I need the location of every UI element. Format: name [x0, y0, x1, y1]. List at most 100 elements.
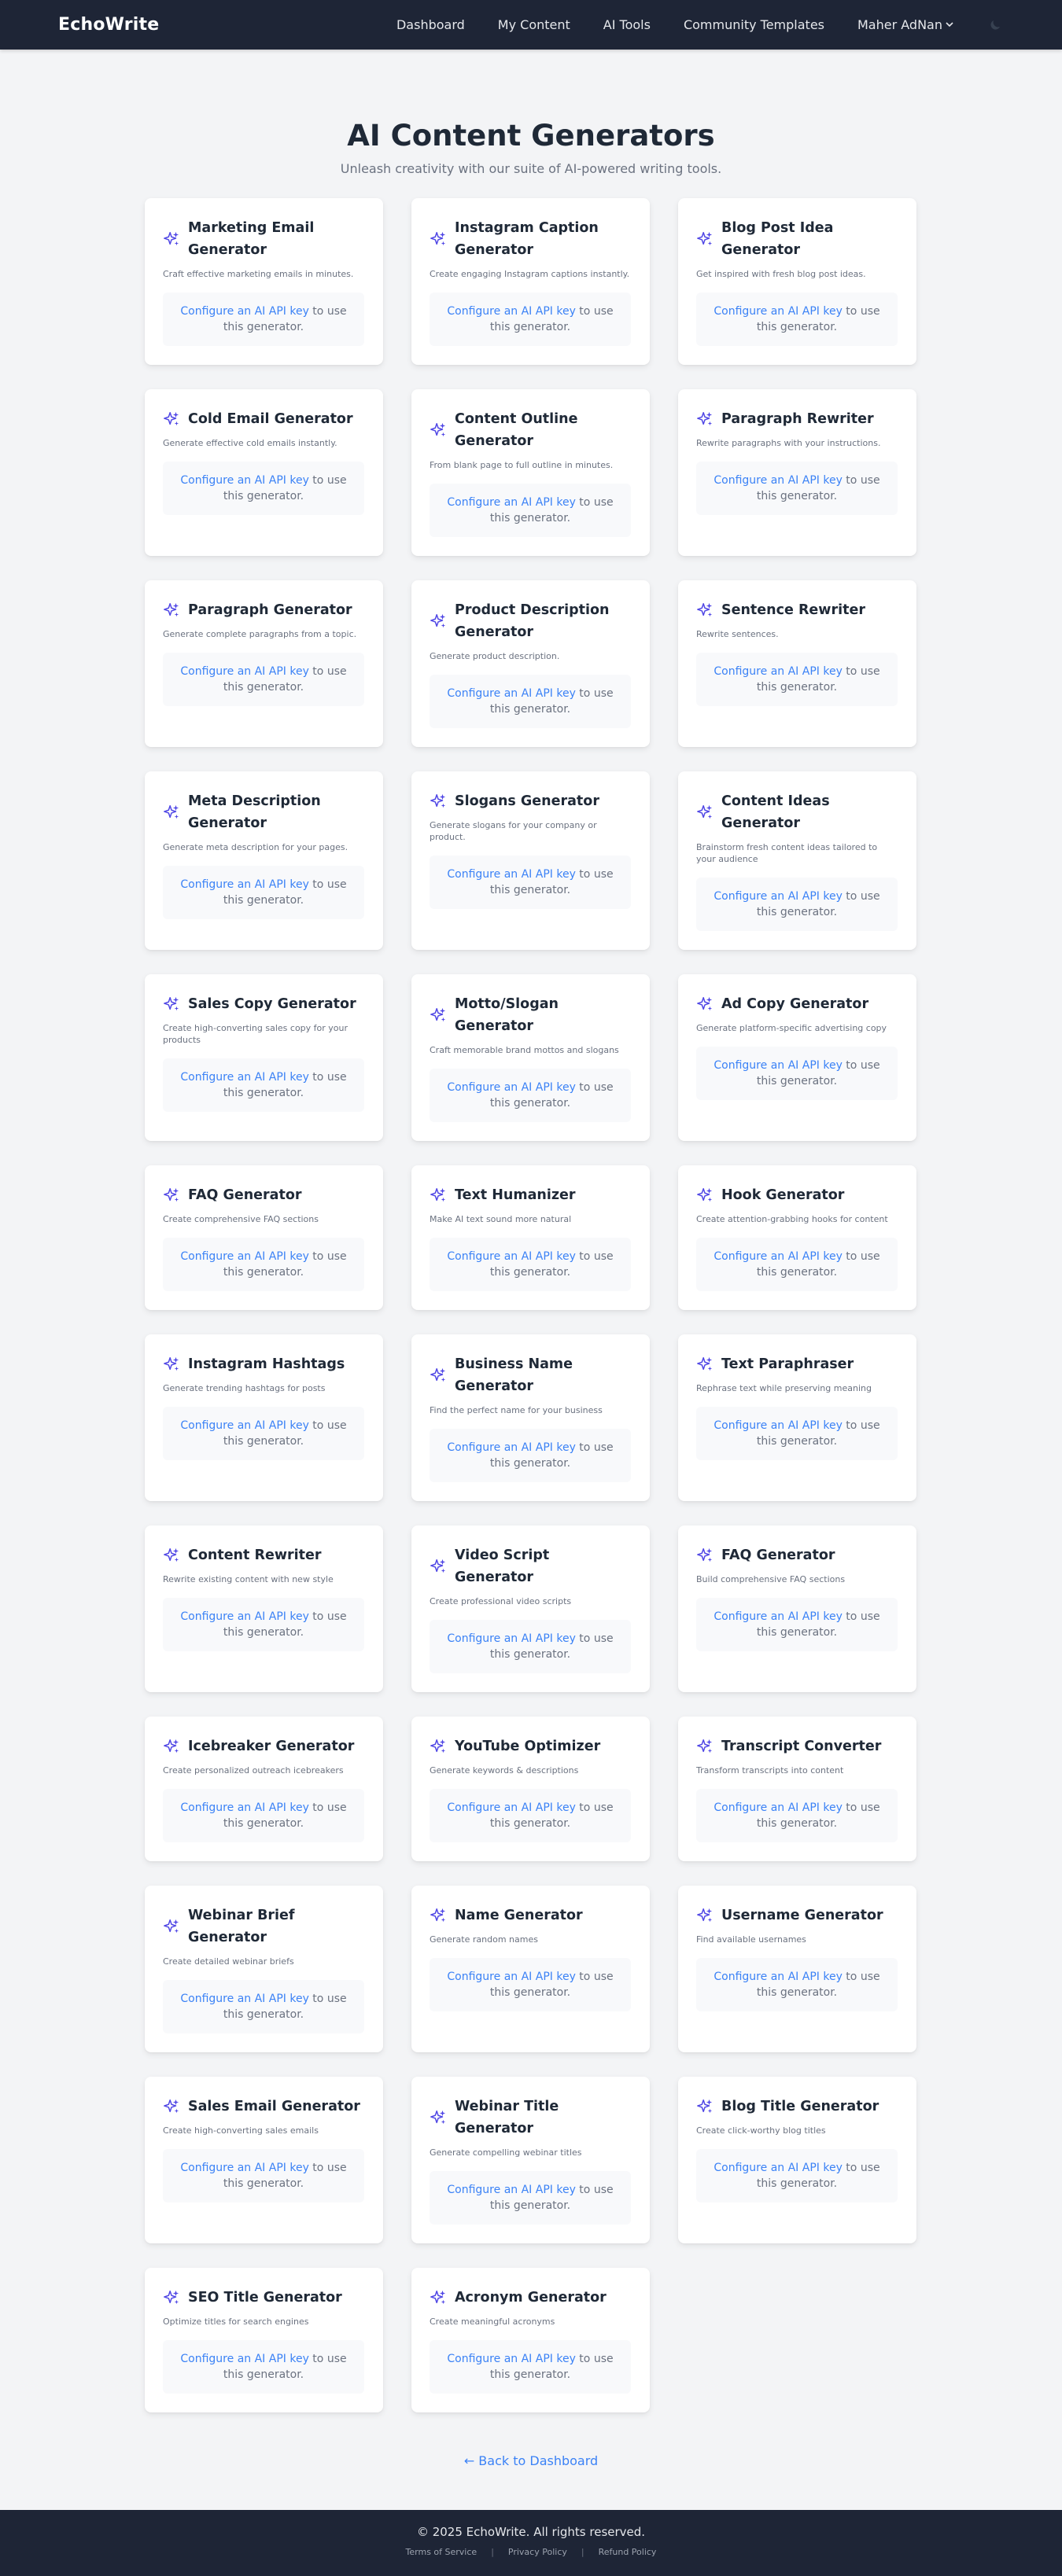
generator-card[interactable]: Content Rewriter Rewrite existing conten… — [145, 1525, 383, 1693]
sparkles-icon — [163, 1918, 181, 1936]
generator-card[interactable]: Text Humanizer Make AI text sound more n… — [411, 1165, 650, 1311]
configure-api-key-link[interactable]: Configure an AI API key — [180, 878, 308, 891]
generator-card[interactable]: Sales Copy Generator Create high-convert… — [145, 974, 383, 1142]
configure-api-key-link[interactable]: Configure an AI API key — [180, 1993, 308, 2005]
configure-api-key-link[interactable]: Configure an AI API key — [180, 474, 308, 487]
user-menu[interactable]: Maher AdNan — [857, 17, 953, 32]
generator-card[interactable]: Sales Email Generator Create high-conver… — [145, 2077, 383, 2244]
configure-api-key-link[interactable]: Configure an AI API key — [714, 1971, 842, 1983]
generator-card[interactable]: Icebreaker Generator Create personalized… — [145, 1717, 383, 1862]
configure-api-key-link[interactable]: Configure an AI API key — [714, 474, 842, 487]
nav-link-dashboard[interactable]: Dashboard — [396, 17, 465, 32]
configure-api-key-link[interactable]: Configure an AI API key — [447, 687, 575, 700]
configure-api-key-link[interactable]: Configure an AI API key — [447, 1250, 575, 1263]
generator-card[interactable]: Content Outline Generator From blank pag… — [411, 389, 650, 557]
configure-api-key-link[interactable]: Configure an AI API key — [714, 1250, 842, 1263]
card-title: FAQ Generator — [188, 1187, 302, 1204]
generator-card[interactable]: Webinar Title Generator Generate compell… — [411, 2077, 650, 2244]
brand-logo[interactable]: EchoWrite — [58, 15, 159, 35]
generator-card[interactable]: Marketing Email Generator Craft effectiv… — [145, 198, 383, 366]
generator-card[interactable]: FAQ Generator Build comprehensive FAQ se… — [678, 1525, 916, 1693]
generator-card[interactable]: Video Script Generator Create profession… — [411, 1525, 650, 1693]
generator-card[interactable]: Username Generator Find available userna… — [678, 1886, 916, 2053]
api-key-notice: Configure an AI API key to use this gene… — [430, 1238, 631, 1292]
generator-card[interactable]: Meta Description Generator Generate meta… — [145, 771, 383, 951]
configure-api-key-link[interactable]: Configure an AI API key — [180, 1250, 308, 1263]
configure-api-key-link[interactable]: Configure an AI API key — [447, 496, 575, 509]
card-description: Generate random names — [430, 1934, 538, 1945]
configure-api-key-link[interactable]: Configure an AI API key — [447, 1081, 575, 1094]
generator-card[interactable]: Instagram Hashtags Generate trending has… — [145, 1334, 383, 1502]
configure-api-key-link[interactable]: Configure an AI API key — [447, 1801, 575, 1814]
generator-card[interactable]: Name Generator Generate random names Con… — [411, 1886, 650, 2053]
nav-link-ai-tools[interactable]: AI Tools — [603, 17, 651, 32]
top-navbar: EchoWrite Dashboard My Content AI Tools … — [0, 0, 1062, 50]
api-key-notice: Configure an AI API key to use this gene… — [430, 1429, 631, 1483]
configure-api-key-link[interactable]: Configure an AI API key — [714, 1610, 842, 1623]
card-description: Generate trending hashtags for posts — [163, 1383, 326, 1394]
generator-card[interactable]: Text Paraphraser Rephrase text while pre… — [678, 1334, 916, 1502]
generator-card[interactable]: Blog Title Generator Create click-worthy… — [678, 2077, 916, 2244]
user-name: Maher AdNan — [857, 17, 942, 32]
generator-card[interactable]: Webinar Brief Generator Create detailed … — [145, 1886, 383, 2053]
configure-api-key-link[interactable]: Configure an AI API key — [180, 665, 308, 678]
generator-card[interactable]: Paragraph Generator Generate complete pa… — [145, 580, 383, 748]
configure-api-key-link[interactable]: Configure an AI API key — [714, 1801, 842, 1814]
nav-link-my-content[interactable]: My Content — [498, 17, 570, 32]
card-title: FAQ Generator — [721, 1547, 835, 1564]
card-header: Text Humanizer — [430, 1184, 631, 1206]
configure-api-key-link[interactable]: Configure an AI API key — [714, 665, 842, 678]
footer-separator: | — [491, 2547, 494, 2558]
api-key-notice: Configure an AI API key to use this gene… — [696, 1958, 898, 2012]
nav-link-community-templates[interactable]: Community Templates — [684, 17, 824, 32]
generator-card[interactable]: Motto/Slogan Generator Craft memorable b… — [411, 974, 650, 1142]
configure-api-key-link[interactable]: Configure an AI API key — [714, 2162, 842, 2174]
generator-card[interactable]: Ad Copy Generator Generate platform-spec… — [678, 974, 916, 1142]
configure-api-key-link[interactable]: Configure an AI API key — [180, 1071, 308, 1084]
configure-api-key-link[interactable]: Configure an AI API key — [180, 1610, 308, 1623]
configure-api-key-link[interactable]: Configure an AI API key — [180, 1801, 308, 1814]
generator-card[interactable]: Product Description Generator Generate p… — [411, 580, 650, 748]
configure-api-key-link[interactable]: Configure an AI API key — [714, 890, 842, 903]
privacy-policy-link[interactable]: Privacy Policy — [508, 2547, 567, 2557]
generator-card[interactable]: Blog Post Idea Generator Get inspired wi… — [678, 198, 916, 366]
configure-api-key-link[interactable]: Configure an AI API key — [714, 1059, 842, 1072]
chevron-down-icon — [946, 20, 953, 30]
configure-api-key-link[interactable]: Configure an AI API key — [447, 305, 575, 318]
configure-api-key-link[interactable]: Configure an AI API key — [714, 1419, 842, 1432]
configure-api-key-link[interactable]: Configure an AI API key — [447, 1971, 575, 1983]
card-header: Paragraph Generator — [163, 599, 364, 621]
configure-api-key-link[interactable]: Configure an AI API key — [714, 305, 842, 318]
generator-card[interactable]: Slogans Generator Generate slogans for y… — [411, 771, 650, 951]
configure-api-key-link[interactable]: Configure an AI API key — [447, 1632, 575, 1645]
generator-card[interactable]: Sentence Rewriter Rewrite sentences. Con… — [678, 580, 916, 748]
generator-card[interactable]: Acronym Generator Create meaningful acro… — [411, 2268, 650, 2413]
page-header: AI Content Generators Unleash creativity… — [0, 50, 1062, 176]
generator-card[interactable]: Content Ideas Generator Brainstorm fresh… — [678, 771, 916, 951]
card-title: Name Generator — [455, 1908, 583, 1924]
generator-card[interactable]: FAQ Generator Create comprehensive FAQ s… — [145, 1165, 383, 1311]
configure-api-key-link[interactable]: Configure an AI API key — [180, 2162, 308, 2174]
generator-card[interactable]: Cold Email Generator Generate effective … — [145, 389, 383, 557]
generator-card[interactable]: YouTube Optimizer Generate keywords & de… — [411, 1717, 650, 1862]
card-title: Marketing Email Generator — [188, 220, 315, 259]
generator-card[interactable]: Hook Generator Create attention-grabbing… — [678, 1165, 916, 1311]
configure-api-key-link[interactable]: Configure an AI API key — [447, 1441, 575, 1454]
configure-api-key-link[interactable]: Configure an AI API key — [180, 1419, 308, 1432]
configure-api-key-link[interactable]: Configure an AI API key — [447, 868, 575, 881]
back-to-dashboard-link[interactable]: ← Back to Dashboard — [464, 2453, 598, 2468]
configure-api-key-link[interactable]: Configure an AI API key — [180, 2353, 308, 2365]
configure-api-key-link[interactable]: Configure an AI API key — [180, 305, 308, 318]
generator-card[interactable]: Paragraph Rewriter Rewrite paragraphs wi… — [678, 389, 916, 557]
generator-card[interactable]: Business Name Generator Find the perfect… — [411, 1334, 650, 1502]
generator-card[interactable]: Instagram Caption Generator Create engag… — [411, 198, 650, 366]
configure-api-key-link[interactable]: Configure an AI API key — [447, 2353, 575, 2365]
terms-of-service-link[interactable]: Terms of Service — [406, 2547, 478, 2557]
refund-policy-link[interactable]: Refund Policy — [599, 2547, 657, 2557]
api-key-notice: Configure an AI API key to use this gene… — [696, 1407, 898, 1461]
generator-card[interactable]: Transcript Converter Transform transcrip… — [678, 1717, 916, 1862]
configure-api-key-link[interactable]: Configure an AI API key — [447, 2184, 575, 2196]
generator-card[interactable]: SEO Title Generator Optimize titles for … — [145, 2268, 383, 2413]
moon-icon[interactable] — [986, 17, 1004, 34]
sparkles-icon — [430, 2289, 448, 2307]
